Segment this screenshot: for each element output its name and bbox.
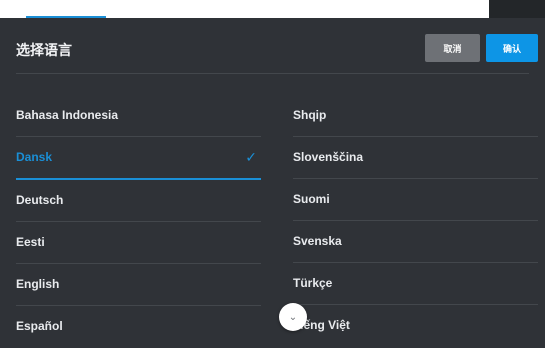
language-label: Dansk xyxy=(16,150,53,164)
language-item[interactable]: Svenska xyxy=(293,222,538,263)
dialog-title: 选择语言 xyxy=(16,42,72,58)
language-label: Deutsch xyxy=(16,193,64,207)
language-item[interactable]: Türkçe xyxy=(293,264,538,305)
language-dialog: 选择语言 取消 确认 Bahasa Indonesia Dansk ✓ Deut… xyxy=(0,18,545,341)
top-right-corner xyxy=(489,0,545,18)
language-item[interactable]: Bahasa Indonesia xyxy=(16,96,261,137)
language-label: English xyxy=(16,277,60,291)
cancel-button[interactable]: 取消 xyxy=(425,34,480,62)
language-item[interactable]: Suomi xyxy=(293,180,538,221)
language-label: Suomi xyxy=(293,192,330,206)
language-list-left: Bahasa Indonesia Dansk ✓ Deutsch Eesti E… xyxy=(16,96,261,348)
scroll-down-button[interactable]: ⌄ xyxy=(279,303,307,331)
confirm-button[interactable]: 确认 xyxy=(486,34,538,62)
language-label: Bahasa Indonesia xyxy=(16,108,119,122)
language-item[interactable]: Español xyxy=(16,307,261,347)
chevron-down-icon: ⌄ xyxy=(288,311,298,323)
language-item[interactable]: Deutsch xyxy=(16,181,261,222)
top-strip xyxy=(0,0,545,18)
language-item-selected[interactable]: Dansk ✓ xyxy=(16,138,261,180)
language-item[interactable]: Slovenščina xyxy=(293,138,538,179)
language-label: Slovenščina xyxy=(293,150,364,164)
header-divider xyxy=(16,73,529,74)
dialog-header: 选择语言 取消 确认 xyxy=(0,18,545,74)
language-item[interactable]: Shqip xyxy=(293,96,538,137)
check-icon: ✓ xyxy=(245,149,257,165)
language-item[interactable]: English xyxy=(16,265,261,306)
language-label: Türkçe xyxy=(293,276,333,290)
language-label: Svenska xyxy=(293,234,342,248)
language-item[interactable]: Tiếng Việt xyxy=(293,306,538,346)
language-label: Español xyxy=(16,319,63,333)
language-label: Shqip xyxy=(293,108,327,122)
language-label: Eesti xyxy=(16,235,45,249)
language-list-right: Shqip Slovenščina Suomi Svenska Türkçe T… xyxy=(293,96,538,347)
language-item[interactable]: Eesti xyxy=(16,223,261,264)
